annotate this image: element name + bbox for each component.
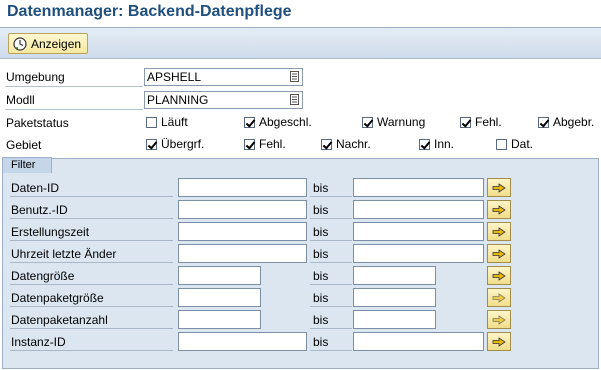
bis-label: bis: [310, 289, 352, 307]
filter-label-daten-id: Daten-ID: [10, 179, 173, 197]
daten-id-to-input[interactable]: [353, 178, 484, 197]
multiple-selection-button[interactable]: [487, 222, 511, 241]
status-completed-checkbox[interactable]: Abgeschl.: [244, 115, 312, 129]
arrow-right-icon: [492, 336, 506, 347]
area-error-checkbox[interactable]: Fehl.: [244, 137, 286, 151]
multiple-selection-button[interactable]: [487, 266, 511, 285]
multiple-selection-button[interactable]: [487, 200, 511, 219]
modl-value: PLANNING: [147, 93, 209, 107]
multiple-selection-button[interactable]: [487, 178, 511, 197]
multiple-selection-button[interactable]: [487, 244, 511, 263]
gebiet-label: Gebiet: [6, 138, 42, 152]
display-button[interactable]: Anzeigen: [8, 33, 89, 54]
last-change-time-to-input[interactable]: [353, 244, 484, 263]
checkbox-box[interactable]: [244, 138, 255, 150]
checkbox-label: Läuft: [161, 115, 188, 129]
checkbox-box[interactable]: [244, 116, 255, 128]
checkbox-label: Übergrf.: [161, 137, 205, 151]
bis-label: bis: [310, 245, 352, 263]
row-divider: [5, 86, 143, 87]
paketstatus-label: Paketstatus: [6, 116, 69, 130]
checkbox-box[interactable]: [419, 138, 430, 150]
umgebung-label: Umgebung: [6, 70, 65, 84]
checkbox-label: Warnung: [377, 115, 426, 129]
area-message-checkbox[interactable]: Nachr.: [321, 137, 371, 151]
bis-label: bis: [310, 223, 352, 241]
filter-label-last-change-time: Uhrzeit letzte Änder: [10, 245, 173, 263]
value-help-icon[interactable]: [290, 94, 299, 105]
checkbox-box[interactable]: [460, 116, 471, 128]
checkbox-box[interactable]: [496, 138, 507, 150]
packet-count-from-input[interactable]: [178, 310, 261, 329]
checkbox-label: Abgebr.: [553, 115, 595, 129]
creation-time-from-input[interactable]: [178, 222, 307, 241]
page-title: Datenmanager: Backend-Datenpflege: [7, 3, 292, 20]
packet-size-to-input[interactable]: [353, 288, 436, 307]
data-size-from-input[interactable]: [178, 266, 261, 285]
user-id-from-input[interactable]: [178, 200, 307, 219]
area-data-checkbox[interactable]: Dat.: [496, 137, 533, 151]
checkbox-box[interactable]: [146, 138, 157, 150]
filter-tab: Filter: [2, 157, 52, 173]
user-id-to-input[interactable]: [353, 200, 484, 219]
checkbox-label: Inn.: [434, 137, 455, 151]
checkbox-box[interactable]: [321, 138, 332, 150]
multiple-selection-button[interactable]: [487, 310, 511, 329]
application-toolbar: [0, 28, 601, 59]
arrow-right-icon: [492, 292, 506, 303]
filter-label-packet-size: Datenpaketgröße: [10, 289, 173, 307]
checkbox-box[interactable]: [538, 116, 549, 128]
bis-label: bis: [310, 267, 352, 285]
area-override-checkbox[interactable]: Übergrf.: [146, 137, 204, 151]
status-aborted-checkbox[interactable]: Abgebr.: [538, 115, 594, 129]
checkbox-label: Fehl.: [475, 115, 502, 129]
instance-id-from-input[interactable]: [178, 332, 307, 351]
filter-label-instance-id: Instanz-ID: [10, 333, 173, 351]
filter-label-creation-time: Erstellungszeit: [10, 223, 173, 241]
bis-label: bis: [310, 333, 352, 351]
checkbox-label: Dat.: [511, 137, 534, 151]
filter-label-packet-count: Datenpaketanzahl: [10, 311, 173, 329]
filter-tab-label: Filter: [11, 159, 36, 171]
arrow-right-icon: [492, 270, 506, 281]
arrow-right-icon: [492, 226, 506, 237]
checkbox-label: Abgeschl.: [259, 115, 312, 129]
instance-id-to-input[interactable]: [353, 332, 484, 351]
status-running-checkbox[interactable]: Läuft: [146, 115, 188, 129]
data-size-to-input[interactable]: [353, 266, 436, 285]
multiple-selection-button[interactable]: [487, 332, 511, 351]
daten-id-from-input[interactable]: [178, 178, 307, 197]
execute-clock-icon: [13, 36, 27, 51]
checkbox-box[interactable]: [146, 116, 157, 128]
display-button-label: Anzeigen: [31, 36, 82, 51]
filter-label-user-id: Benutz.-ID: [10, 201, 173, 219]
filter-label-data-size: Datengröße: [10, 267, 173, 285]
arrow-right-icon: [492, 314, 506, 325]
multiple-selection-button[interactable]: [487, 288, 511, 307]
checkbox-box[interactable]: [362, 116, 373, 128]
status-error-checkbox[interactable]: Fehl.: [460, 115, 502, 129]
checkbox-label: Fehl.: [259, 137, 286, 151]
bis-label: bis: [310, 311, 352, 329]
arrow-right-icon: [492, 204, 506, 215]
value-help-icon[interactable]: [290, 71, 299, 82]
arrow-right-icon: [492, 182, 506, 193]
checkbox-label: Nachr.: [336, 137, 371, 151]
packet-size-from-input[interactable]: [178, 288, 261, 307]
modl-label: Modll: [6, 93, 35, 107]
area-inner-checkbox[interactable]: Inn.: [419, 137, 454, 151]
arrow-right-icon: [492, 248, 506, 259]
umgebung-field[interactable]: APSHELL: [144, 68, 303, 86]
creation-time-to-input[interactable]: [353, 222, 484, 241]
last-change-time-from-input[interactable]: [178, 244, 307, 263]
packet-count-to-input[interactable]: [353, 310, 436, 329]
modl-field[interactable]: PLANNING: [144, 91, 303, 109]
status-warning-checkbox[interactable]: Warnung: [362, 115, 425, 129]
bis-label: bis: [310, 201, 352, 219]
umgebung-value: APSHELL: [147, 70, 202, 84]
bis-label: bis: [310, 179, 352, 197]
row-divider: [5, 109, 143, 110]
